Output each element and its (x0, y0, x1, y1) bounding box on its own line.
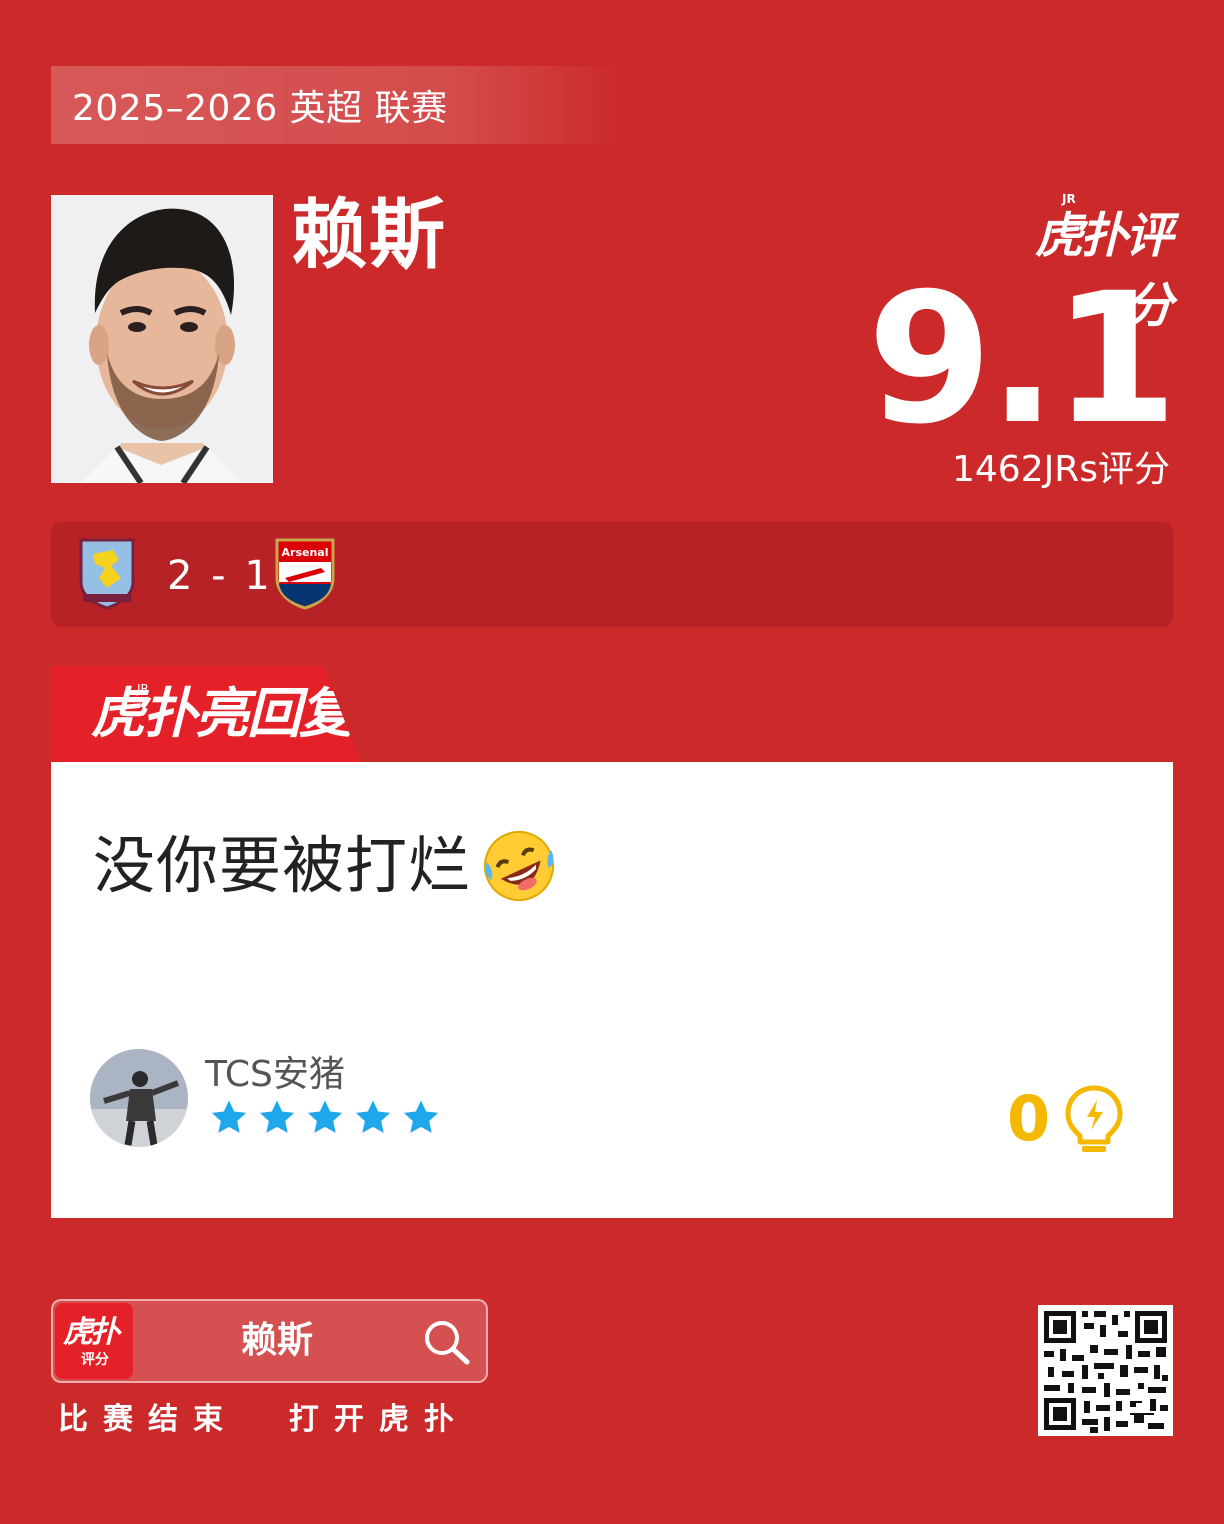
footer-tagline: 比赛结束 打开虎扑 (58, 1402, 469, 1437)
rating-score: 9.1 (867, 255, 1178, 464)
hupu-app-icon: 虎扑 评分 (55, 1303, 133, 1379)
user-rating-stars (209, 1098, 441, 1138)
player-photo (51, 195, 273, 483)
like-count: 0 (1007, 1082, 1051, 1155)
app-icon-subtitle: 评分 (81, 1352, 109, 1368)
player-name: 赖斯 (291, 190, 447, 279)
user-avatar[interactable] (90, 1049, 188, 1147)
season-banner: 2025–2026 英超 联赛 (51, 66, 621, 144)
highlight-title: 虎扑亮回复 (91, 682, 353, 745)
search-bar[interactable]: 虎扑 评分 赖斯 (51, 1299, 488, 1383)
star-icon (403, 1100, 439, 1133)
comment-text-row: 没你要被打烂 (93, 828, 557, 904)
aston-villa-badge (79, 538, 135, 614)
season-label: 2025–2026 英超 联赛 (72, 88, 448, 129)
lightbulb-icon[interactable] (1063, 1084, 1125, 1156)
star-icon (259, 1100, 295, 1133)
qr-code (1038, 1305, 1173, 1436)
highlight-tab: JR 虎扑亮回复 (51, 666, 361, 764)
arsenal-badge: Arsenal (275, 538, 335, 614)
logo-jr-mark: JR (1062, 192, 1076, 206)
match-bar[interactable]: 2 - 1 Arsenal (51, 522, 1173, 627)
search-term[interactable]: 赖斯 (241, 1317, 313, 1365)
comment-card[interactable]: 没你要被打烂 TCS安猪 0 (51, 762, 1173, 1218)
search-icon[interactable] (423, 1319, 471, 1365)
match-score: 2 - 1 (167, 553, 273, 599)
comment-text: 没你要被打烂 (93, 829, 472, 902)
hupu-rating-logo: JR 虎扑评分 (1010, 192, 1173, 334)
star-icon (211, 1100, 247, 1133)
rating-count: 1462JRs评分 (951, 449, 1170, 490)
app-icon-title: 虎扑 (63, 1315, 120, 1350)
star-icon (307, 1100, 343, 1133)
laughing-tears-emoji-icon (484, 831, 555, 901)
player-portrait (51, 195, 273, 483)
star-icon (355, 1100, 391, 1133)
username[interactable]: TCS安猪 (205, 1052, 345, 1098)
svg-text:Arsenal: Arsenal (282, 546, 329, 559)
